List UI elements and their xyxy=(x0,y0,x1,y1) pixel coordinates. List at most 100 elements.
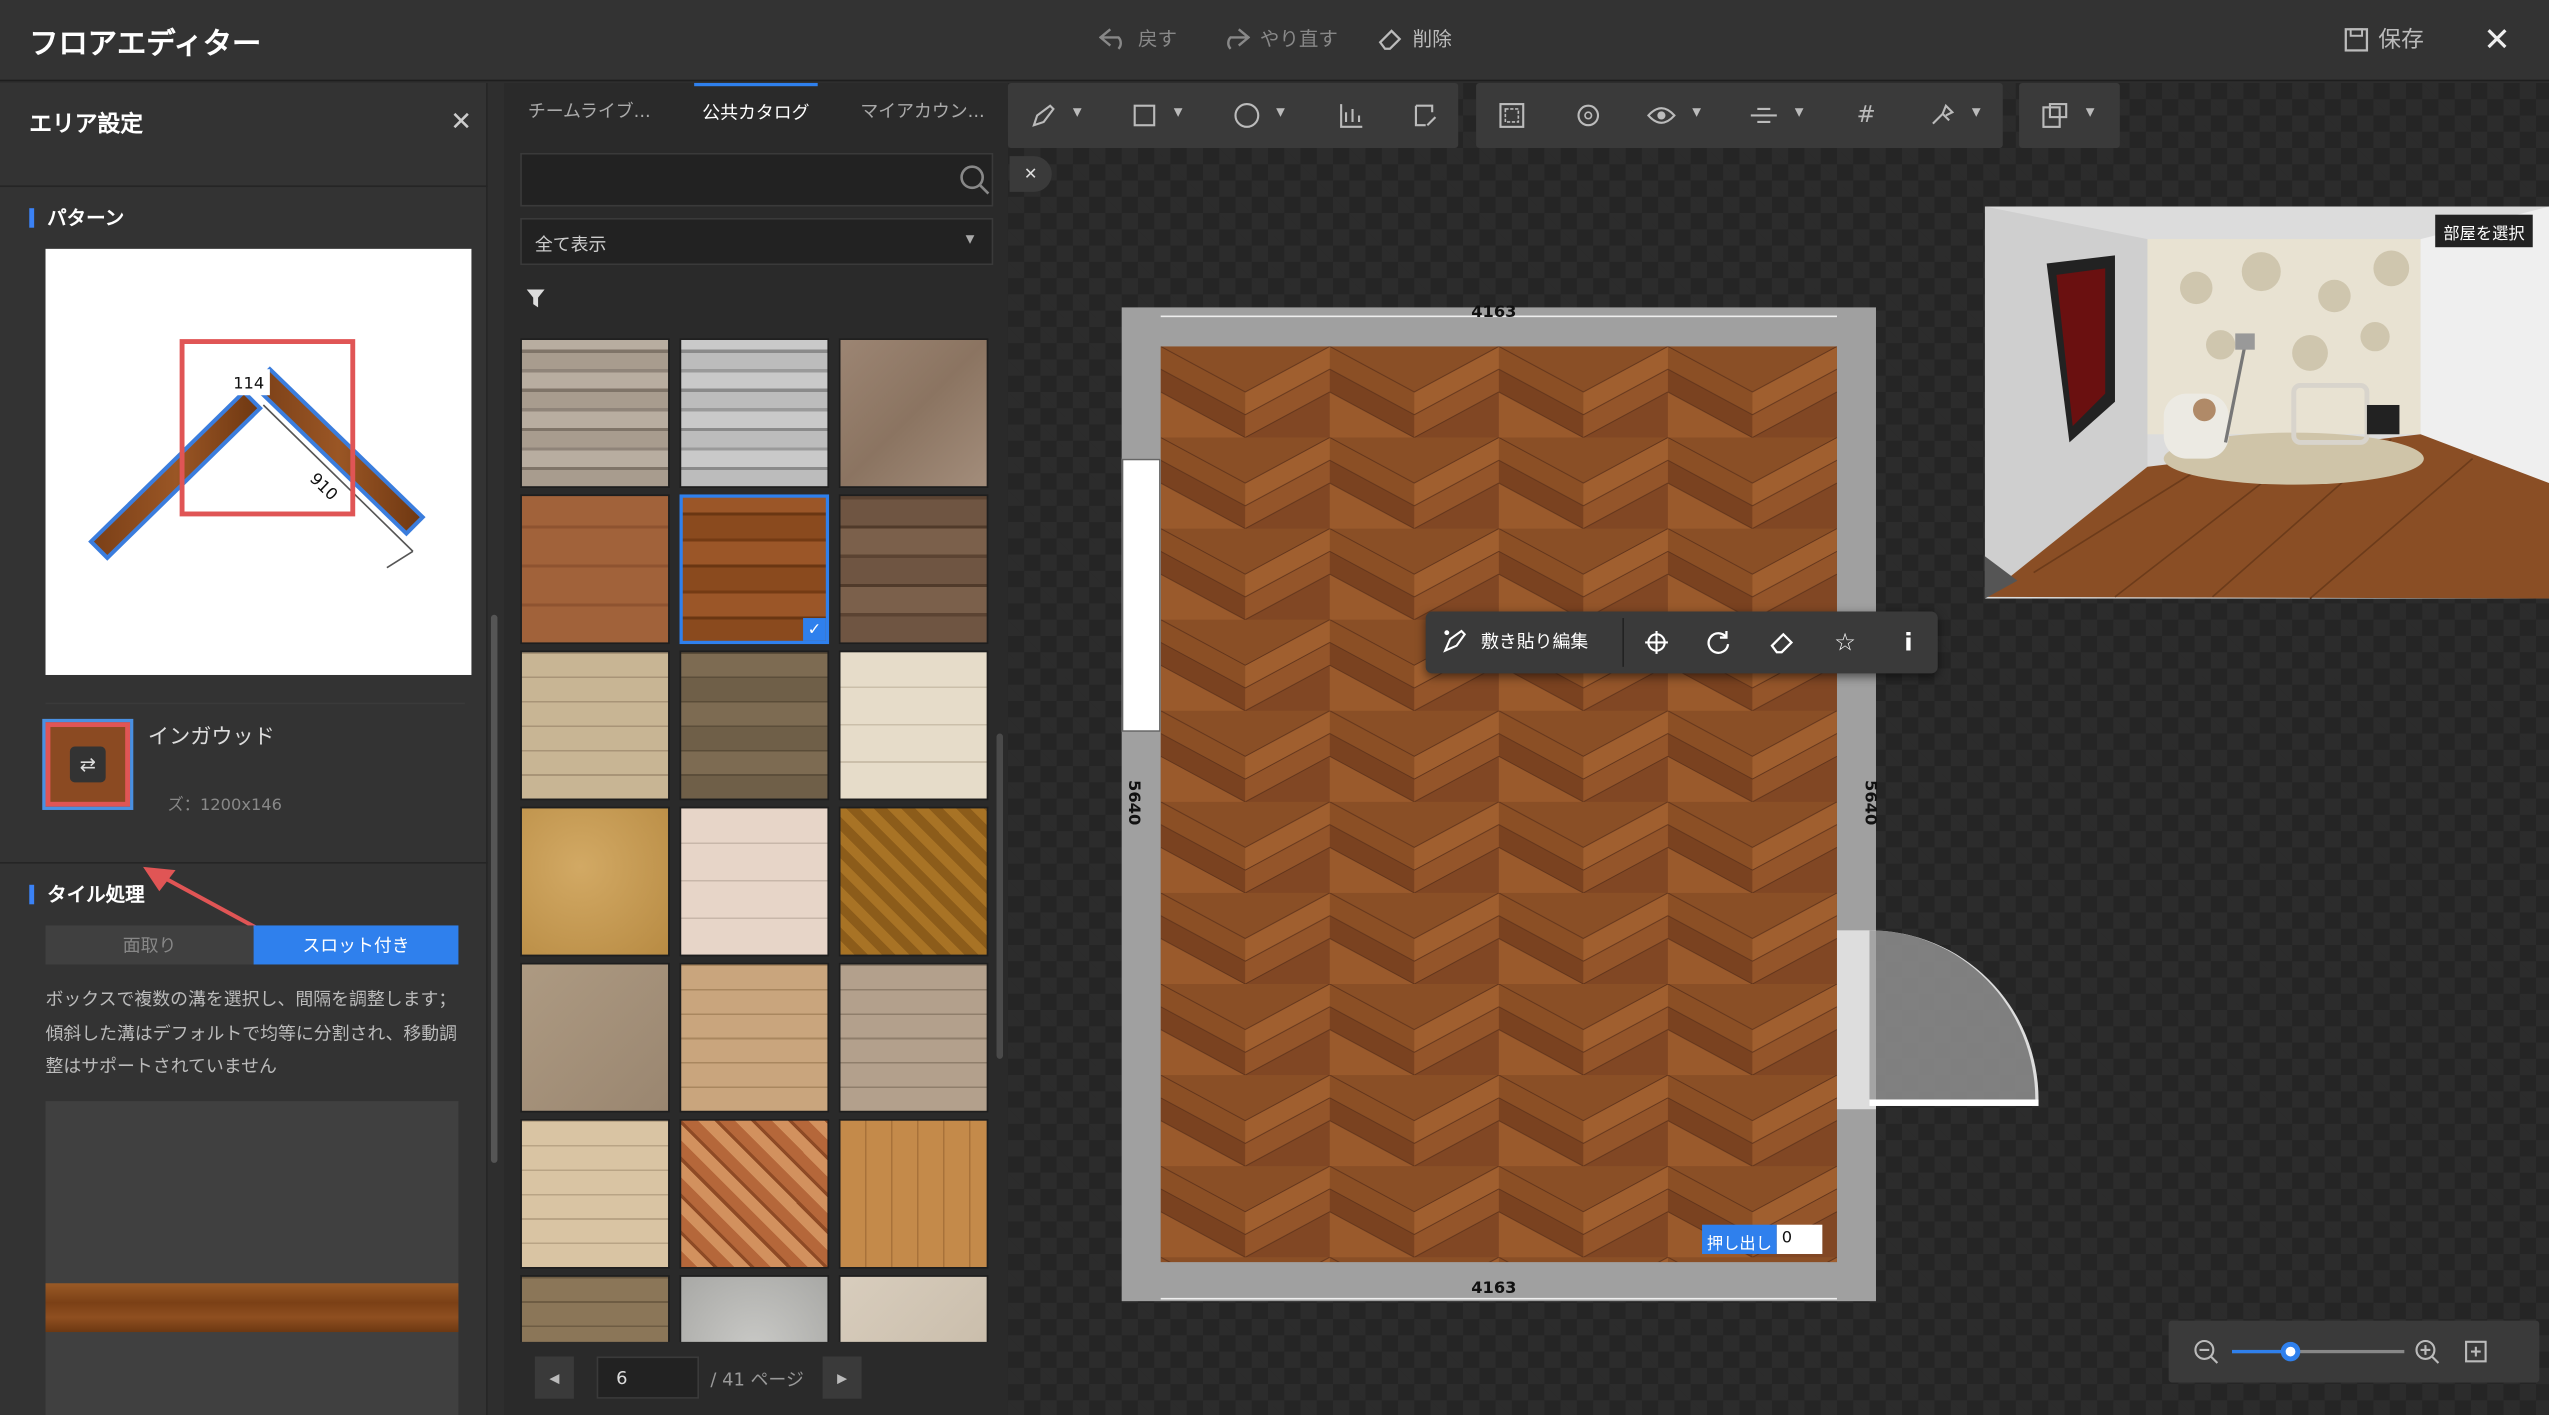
info-icon[interactable]: i xyxy=(1892,626,1925,659)
pattern-width-label: 114 xyxy=(233,374,264,393)
prev-page-icon[interactable]: ◀ xyxy=(534,1356,574,1399)
material-tile[interactable] xyxy=(679,1275,830,1342)
chevron-down-icon[interactable]: ▼ xyxy=(1174,106,1183,119)
arrow-undo-icon xyxy=(1098,27,1128,50)
title-bar: フロアエディター 戻す やり直す 削除 保存 ✕ xyxy=(0,0,2549,82)
lasso-icon[interactable] xyxy=(1574,101,1603,130)
chevron-down-icon[interactable]: ▼ xyxy=(1795,106,1804,119)
zoom-control xyxy=(2168,1320,2540,1383)
material-name: インガウッド xyxy=(147,725,275,750)
material-tile[interactable] xyxy=(520,962,670,1113)
align-tool-icon[interactable] xyxy=(1336,101,1365,130)
zoom-slider-thumb[interactable] xyxy=(2280,1341,2301,1362)
material-tile[interactable] xyxy=(679,1118,830,1269)
tab-slotted[interactable]: スロット付き xyxy=(253,925,459,965)
material-grid: ✓ xyxy=(520,338,991,1342)
material-tile[interactable] xyxy=(838,338,989,488)
delete-label: 削除 xyxy=(1412,27,1452,51)
room-3d-preview[interactable] xyxy=(1984,206,2549,599)
door-leaf xyxy=(1869,1099,2039,1106)
chevron-down-icon[interactable]: ▼ xyxy=(2086,106,2095,119)
circle-tool-icon[interactable] xyxy=(1232,101,1261,130)
page-input[interactable]: 6 xyxy=(596,1356,700,1399)
material-tile[interactable] xyxy=(520,338,670,488)
material-tile[interactable] xyxy=(520,494,670,645)
redo-button[interactable]: やり直す xyxy=(1221,24,1338,52)
page-total: / 41 ページ xyxy=(710,1369,804,1391)
rectangle-tool-icon[interactable] xyxy=(1130,101,1159,130)
level-icon[interactable] xyxy=(1749,101,1778,130)
material-tile[interactable] xyxy=(520,806,670,957)
dimension-left: 5640 xyxy=(1124,780,1142,826)
dimension-top: 4163 xyxy=(1471,304,1517,323)
select-room-button[interactable]: 部屋を選択 xyxy=(2435,214,2533,248)
material-catalog: チームライブ... 公共カタログ マイアカウン... 全て表示 ▼ ✓ ◀ 6 … xyxy=(503,82,1008,1415)
material-tile[interactable] xyxy=(838,962,989,1113)
save-button[interactable]: 保存 xyxy=(2344,23,2424,56)
material-tile[interactable] xyxy=(838,1118,989,1269)
room-floor[interactable] xyxy=(1160,346,1837,1263)
material-tile-selected[interactable]: ✓ xyxy=(679,494,830,645)
zoom-in-icon[interactable] xyxy=(2412,1337,2441,1366)
material-tile[interactable] xyxy=(520,650,670,801)
swap-icon[interactable]: ⇄ xyxy=(69,746,106,783)
material-swatch[interactable]: ⇄ xyxy=(42,718,134,810)
material-tile[interactable] xyxy=(838,650,989,801)
funnel-icon[interactable] xyxy=(525,288,546,314)
redo-label: やり直す xyxy=(1259,27,1338,51)
tile-description: ボックスで複数の溝を選択し、間隔を調整します；傾斜した溝はデフォルトで均等に分割… xyxy=(45,988,457,1077)
chevron-down-icon[interactable]: ▼ xyxy=(1073,106,1082,119)
material-tile[interactable] xyxy=(838,1275,989,1342)
material-tile[interactable] xyxy=(520,1275,670,1342)
tab-team-library[interactable]: チームライブ... xyxy=(504,83,675,138)
grid-icon[interactable]: # xyxy=(1852,101,1881,130)
edit-layout-button[interactable]: 敷き貼り編集 xyxy=(1442,628,1588,654)
undo-button[interactable]: 戻す xyxy=(1098,24,1177,52)
close-app-icon[interactable]: ✕ xyxy=(2477,20,2516,59)
plank-preview xyxy=(45,1283,459,1333)
search-icon[interactable] xyxy=(958,163,994,199)
material-tile[interactable] xyxy=(520,1118,670,1269)
catalog-scrollbar[interactable] xyxy=(996,733,1004,1059)
panel-scrollbar[interactable] xyxy=(490,614,498,1163)
select-area-icon[interactable] xyxy=(1497,101,1526,130)
fit-to-screen-icon[interactable] xyxy=(2461,1337,2490,1366)
material-tile[interactable] xyxy=(679,650,830,801)
material-tile[interactable] xyxy=(679,338,830,488)
delete-button[interactable]: 削除 xyxy=(1377,24,1452,52)
canvas-toolbar: ▼ ▼ ▼ ▼ ▼ # ▼ ▼ xyxy=(1007,82,2130,149)
pattern-section-title: パターン xyxy=(29,208,124,228)
dimension-line xyxy=(1160,1297,1837,1300)
pen-tool-icon[interactable] xyxy=(1029,101,1058,130)
extrude-input[interactable]: 0 xyxy=(1776,1224,1823,1254)
search-input[interactable] xyxy=(520,152,994,207)
divider xyxy=(0,185,488,188)
zoom-out-icon[interactable] xyxy=(2191,1337,2220,1366)
tab-public-catalog[interactable]: 公共カタログ xyxy=(694,82,818,138)
brush-icon[interactable] xyxy=(1926,101,1955,130)
window[interactable] xyxy=(1121,458,1161,732)
chevron-down-icon[interactable]: ▼ xyxy=(1276,106,1285,119)
dimension-bottom: 4163 xyxy=(1471,1280,1517,1298)
rotate-icon[interactable] xyxy=(1702,626,1735,659)
next-page-icon[interactable]: ▶ xyxy=(822,1356,862,1399)
extrude-label: 押し出し xyxy=(1702,1224,1777,1254)
star-icon[interactable]: ☆ xyxy=(1829,626,1862,659)
tab-my-account[interactable]: マイアカウン... xyxy=(837,83,1008,138)
crosshair-icon[interactable] xyxy=(1640,626,1673,659)
eye-icon[interactable] xyxy=(1646,101,1676,130)
material-tile[interactable] xyxy=(838,806,989,957)
material-tile[interactable] xyxy=(838,494,989,645)
tab-chamfer[interactable]: 面取り xyxy=(45,925,254,965)
filter-dropdown[interactable]: 全て表示 xyxy=(520,217,994,266)
chevron-down-icon[interactable]: ▼ xyxy=(1972,106,1981,119)
zoom-slider[interactable] xyxy=(2232,1349,2405,1354)
close-panel-icon[interactable]: ✕ xyxy=(450,106,472,137)
close-icon[interactable]: ✕ xyxy=(1009,156,1052,192)
chevron-down-icon[interactable]: ▼ xyxy=(1692,106,1701,119)
edit-shape-icon[interactable] xyxy=(1411,101,1440,130)
eraser-icon[interactable] xyxy=(1765,626,1798,659)
layout-icon[interactable] xyxy=(2040,101,2069,130)
material-tile[interactable] xyxy=(679,962,830,1113)
material-tile[interactable] xyxy=(679,806,830,957)
